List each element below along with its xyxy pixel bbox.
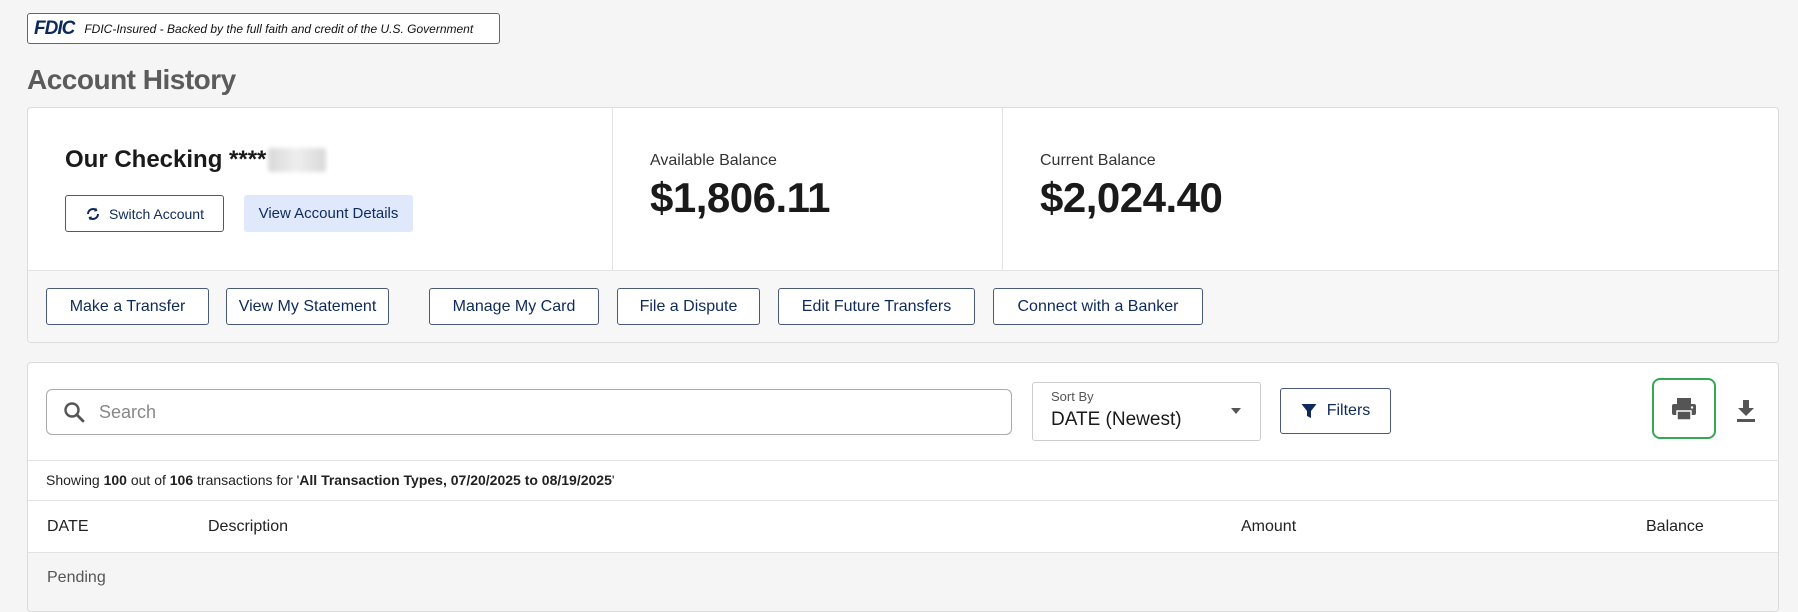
fdic-logo: FDIC <box>34 17 75 39</box>
manage-card-button[interactable]: Manage My Card <box>429 288 599 325</box>
results-summary: Showing 100 out of 106 transactions for … <box>28 460 1778 501</box>
current-balance-panel: Current Balance $2,024.40 <box>1003 108 1778 270</box>
download-icon <box>1737 400 1755 422</box>
view-account-details-button[interactable]: View Account Details <box>244 195 413 232</box>
account-name: Our Checking **** <box>65 146 327 174</box>
edit-future-transfers-button[interactable]: Edit Future Transfers <box>778 288 975 325</box>
fdic-banner: FDIC FDIC-Insured - Backed by the full f… <box>27 13 500 44</box>
filters-button[interactable]: Filters <box>1280 388 1391 434</box>
view-statement-button[interactable]: View My Statement <box>226 288 389 325</box>
masked-account-number <box>268 148 327 172</box>
printer-icon <box>1672 397 1696 421</box>
available-balance-label: Available Balance <box>650 152 777 169</box>
account-name-text: Our Checking **** <box>65 146 267 173</box>
sort-by-label: Sort By <box>1051 389 1094 404</box>
available-balance-panel: Available Balance $1,806.11 <box>613 108 1003 270</box>
sort-by-select[interactable]: Sort By DATE (Newest) <box>1032 382 1261 441</box>
summary-total-count: 106 <box>169 472 194 488</box>
fdic-disclaimer: FDIC-Insured - Backed by the full faith … <box>84 21 474 36</box>
current-balance-label: Current Balance <box>1040 152 1156 169</box>
filter-icon <box>1301 404 1317 418</box>
column-date[interactable]: DATE <box>47 518 88 536</box>
available-balance-value: $1,806.11 <box>650 174 831 221</box>
search-field[interactable] <box>46 389 1012 435</box>
summary-end: ' <box>611 472 615 488</box>
transactions-table-header: DATE Description Amount Balance <box>28 501 1778 553</box>
transactions-card: Sort By DATE (Newest) Filters Showing 10… <box>27 362 1779 612</box>
switch-account-button[interactable]: Switch Account <box>65 195 224 232</box>
summary-criteria: All Transaction Types, 07/20/2025 to 08/… <box>299 472 612 488</box>
summary-suffix: transactions for ' <box>193 472 300 488</box>
account-info: Our Checking **** Switch Account View Ac… <box>28 108 613 270</box>
switch-account-label: Switch Account <box>109 205 204 222</box>
summary-shown-count: 100 <box>103 472 127 488</box>
download-button[interactable] <box>1726 388 1766 434</box>
filters-label: Filters <box>1326 402 1371 419</box>
search-icon <box>64 402 85 423</box>
account-summary-card: Our Checking **** Switch Account View Ac… <box>27 107 1779 343</box>
current-balance-value: $2,024.40 <box>1040 174 1223 221</box>
file-dispute-button[interactable]: File a Dispute <box>617 288 760 325</box>
print-button[interactable] <box>1652 378 1716 439</box>
column-amount[interactable]: Amount <box>1241 518 1296 536</box>
search-input[interactable] <box>97 400 981 424</box>
summary-middle: out of <box>126 472 170 488</box>
pending-label: Pending <box>47 569 106 586</box>
account-summary: Our Checking **** Switch Account View Ac… <box>28 108 1778 270</box>
refresh-icon <box>87 207 100 220</box>
column-balance[interactable]: Balance <box>1646 518 1704 536</box>
page-title: Account History <box>27 64 236 95</box>
connect-banker-button[interactable]: Connect with a Banker <box>993 288 1203 325</box>
results-summary-text: Showing 100 out of 106 transactions for … <box>46 472 615 488</box>
column-description[interactable]: Description <box>208 518 288 536</box>
make-transfer-button[interactable]: Make a Transfer <box>46 288 209 325</box>
sort-by-value: DATE (Newest) <box>1051 409 1182 430</box>
pending-section-header: Pending <box>28 553 1778 611</box>
chevron-down-icon <box>1231 408 1241 414</box>
summary-prefix: Showing <box>46 472 104 488</box>
